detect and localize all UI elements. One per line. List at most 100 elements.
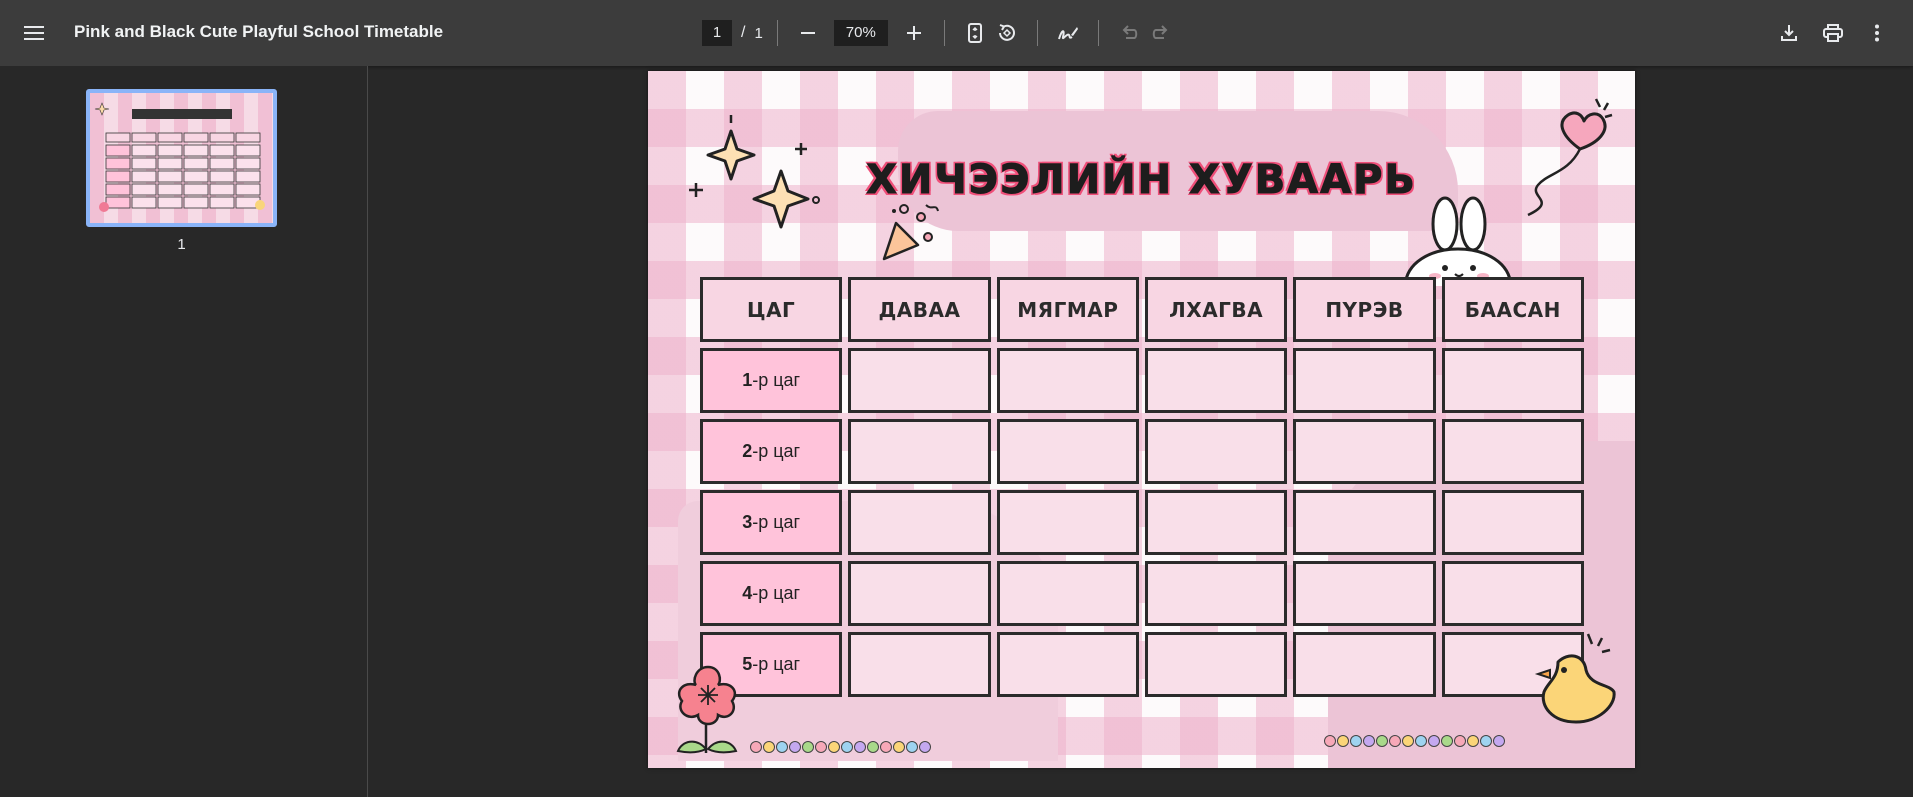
timetable-cell: [848, 490, 991, 555]
timetable-row: 2 -р цаг: [700, 419, 1584, 484]
timetable-cell: [1293, 490, 1436, 555]
toolbar-divider: [1036, 20, 1038, 46]
bead: [1376, 735, 1388, 747]
bead: [1467, 735, 1479, 747]
party-popper-icon: [882, 204, 939, 261]
bead: [1337, 735, 1349, 747]
bead: [802, 741, 814, 753]
bead: [854, 741, 866, 753]
bead: [828, 741, 840, 753]
timetable-cell: [848, 632, 991, 697]
toolbar-actions: [1773, 17, 1893, 49]
pdf-page: ХИЧЭЭЛИЙН ХУВААРЬ ЦАГ ДАВАА МЯГМАР ЛХАГВ…: [648, 71, 1635, 768]
timetable-cell: [1441, 490, 1584, 555]
timetable-row: 1 -р цаг: [700, 348, 1584, 413]
bead: [1402, 735, 1414, 747]
print-icon: [1823, 24, 1843, 42]
timetable-row: 3 -р цаг: [700, 490, 1584, 555]
period-number: 1: [742, 370, 753, 390]
download-icon: [1781, 25, 1797, 41]
period-number: 2: [742, 441, 753, 461]
bead: [789, 741, 801, 753]
timetable-cell: [1144, 632, 1288, 697]
timetable-grid: ЦАГ ДАВАА МЯГМАР ЛХАГВА ПҮРЭВ БААСАН 1 -р…: [700, 277, 1584, 703]
period-suffix: -р цаг: [752, 441, 801, 461]
fit-to-page-icon: [967, 23, 982, 43]
bead: [906, 741, 918, 753]
redo-button[interactable]: [1145, 17, 1177, 49]
hamburger-menu-icon[interactable]: [20, 19, 48, 47]
period-suffix: -р цаг: [752, 512, 801, 532]
download-button[interactable]: [1773, 17, 1805, 49]
rotate-button[interactable]: [991, 17, 1023, 49]
rotate-icon: [998, 24, 1015, 41]
timetable-cell: [996, 490, 1139, 555]
bead-chain-decoration: [1324, 735, 1505, 749]
timetable-cell: [1293, 561, 1436, 626]
timetable-cell: [996, 348, 1139, 413]
header-cell-monday: ДАВАА: [848, 277, 991, 342]
period-label: 1 -р цаг: [700, 348, 843, 413]
pdf-toolbar: Pink and Black Cute Playful School Timet…: [0, 0, 1913, 66]
document-title: Pink and Black Cute Playful School Timet…: [74, 22, 444, 41]
fit-to-page-button[interactable]: [959, 17, 991, 49]
timetable-cell: [1144, 561, 1288, 626]
timetable-cell: [1441, 561, 1584, 626]
header-cell-wednesday: ЛХАГВА: [1144, 277, 1288, 342]
timetable-cell: [1144, 490, 1288, 555]
zoom-out-button[interactable]: [792, 17, 824, 49]
bead: [880, 741, 892, 753]
header-cell-thursday: ПҮРЭВ: [1293, 277, 1436, 342]
period-suffix: -р цаг: [752, 583, 801, 603]
total-pages: 1: [754, 24, 763, 42]
thumbnail-page-number: 1: [177, 236, 186, 253]
bead: [841, 741, 853, 753]
pen-icon: [1057, 27, 1078, 40]
period-suffix: -р цаг: [752, 654, 801, 674]
bead: [750, 741, 762, 753]
bead: [1324, 735, 1336, 747]
bead: [776, 741, 788, 753]
toolbar-divider: [776, 20, 778, 46]
plus-icon: [906, 26, 921, 40]
timetable-cell: [1441, 348, 1584, 413]
page-zoom-controls: 1 / 1 70%: [702, 17, 1177, 49]
header-cell-friday: БААСАН: [1441, 277, 1584, 342]
more-options-button[interactable]: [1861, 17, 1893, 49]
period-number: 3: [742, 512, 753, 532]
bead: [1363, 735, 1375, 747]
timetable-cell: [848, 561, 991, 626]
page-number-input[interactable]: 1: [702, 20, 732, 46]
timetable-cell: [1293, 348, 1436, 413]
bead: [1428, 735, 1440, 747]
timetable-cell: [996, 632, 1139, 697]
page-thumbnail[interactable]: [86, 89, 277, 227]
timetable-cell: [1293, 632, 1436, 697]
zoom-in-button[interactable]: [898, 17, 930, 49]
undo-icon: [1122, 25, 1138, 39]
bead: [919, 741, 931, 753]
annotate-button[interactable]: [1052, 17, 1084, 49]
chick-icon: [1534, 633, 1616, 724]
timetable-title: ХИЧЭЭЛИЙН ХУВААРЬ: [866, 157, 1417, 204]
document-viewer[interactable]: ХИЧЭЭЛИЙН ХУВААРЬ ЦАГ ДАВАА МЯГМАР ЛХАГВ…: [369, 66, 1913, 797]
timetable-row: 4 -р цаг: [700, 561, 1584, 626]
minus-icon: [800, 32, 815, 34]
period-label: 4 -р цаг: [700, 561, 843, 626]
bead: [1389, 735, 1401, 747]
header-cell-tuesday: МЯГМАР: [996, 277, 1139, 342]
bead: [1350, 735, 1362, 747]
toolbar-divider: [943, 20, 945, 46]
print-button[interactable]: [1817, 17, 1849, 49]
redo-icon: [1152, 25, 1168, 39]
timetable-cell: [848, 419, 991, 484]
bead: [1493, 735, 1505, 747]
undo-button[interactable]: [1113, 17, 1145, 49]
bead: [815, 741, 827, 753]
bead: [1480, 735, 1492, 747]
timetable-cell: [996, 561, 1139, 626]
timetable-row: 5 -р цаг: [700, 632, 1584, 697]
timetable-cell: [1144, 348, 1288, 413]
zoom-level-input[interactable]: 70%: [833, 20, 888, 46]
timetable-cell: [848, 348, 991, 413]
